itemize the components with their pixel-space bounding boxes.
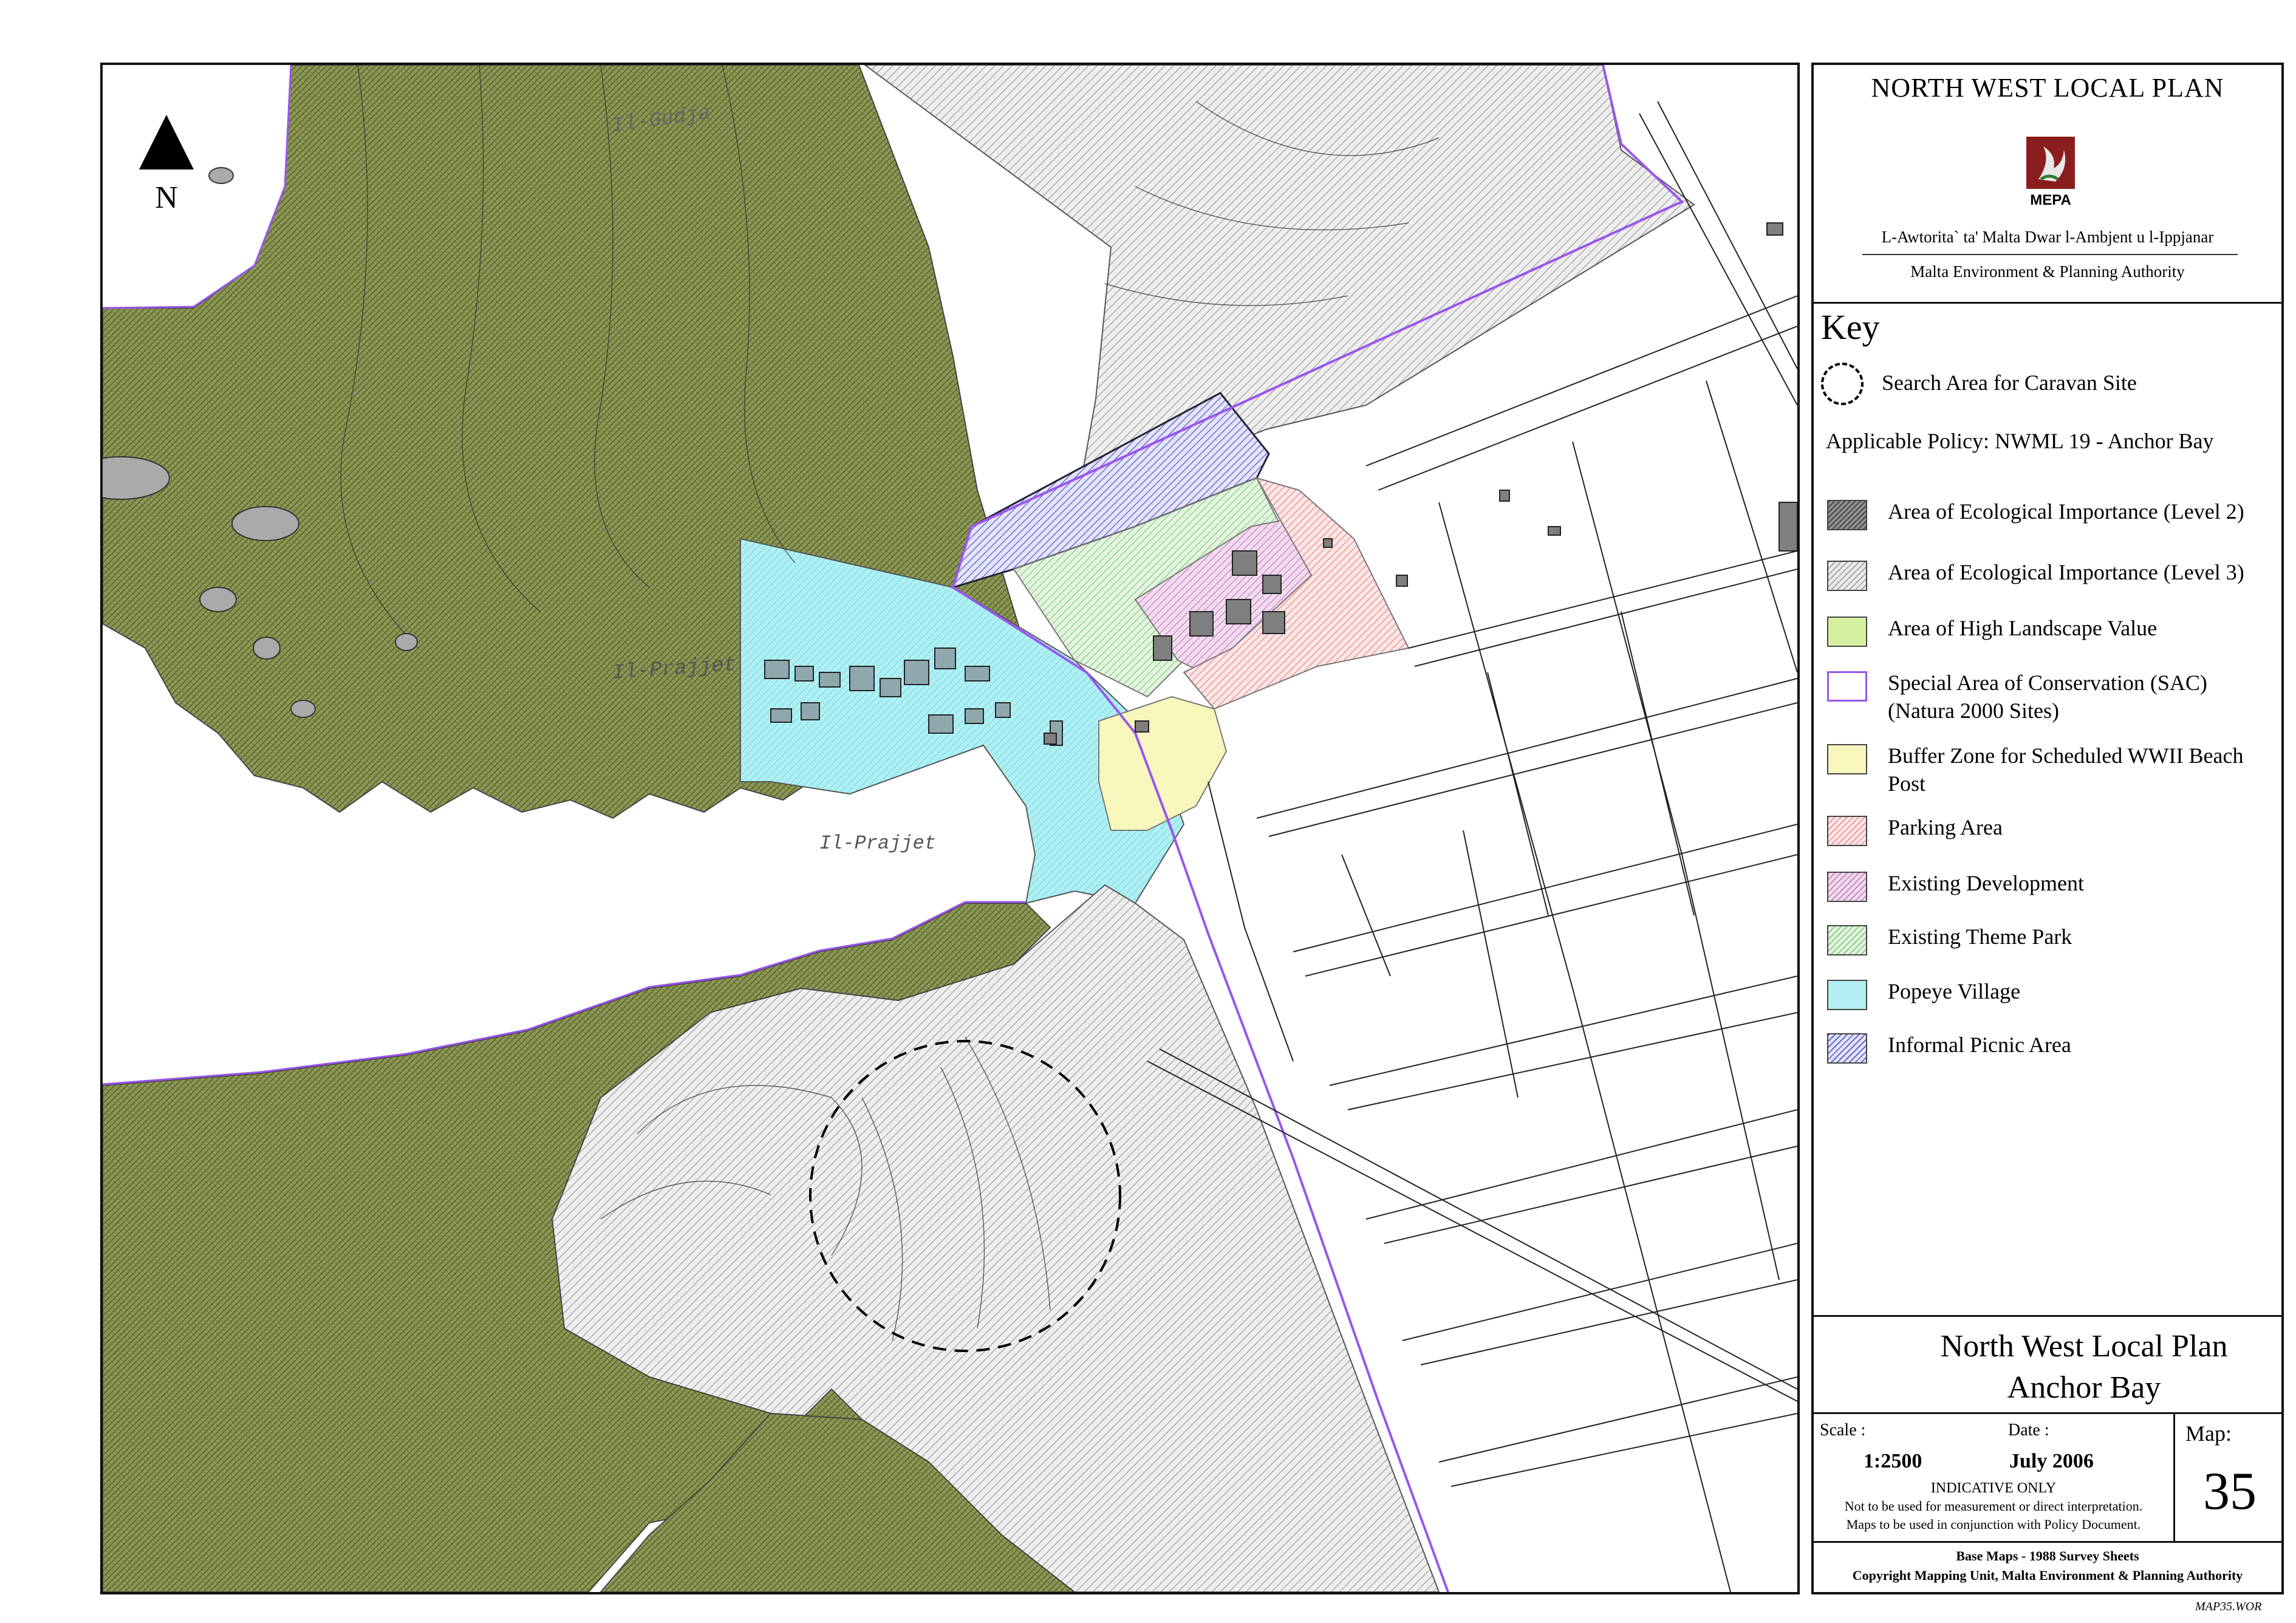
legend-swatch	[1827, 925, 1867, 955]
title-divider	[1814, 1315, 2281, 1317]
legend-label: Area of Ecological Importance (Level 3)	[1888, 560, 2244, 584]
policy-note: Maps to be used in conjunction with Poli…	[1846, 1517, 2141, 1532]
map-number-label: Map:	[2185, 1421, 2232, 1446]
key-heading: Key	[1821, 307, 1880, 347]
indicative-note: INDICATIVE ONLY	[1930, 1480, 2057, 1496]
legend-label: Parking Area	[1888, 815, 2003, 839]
legend-label: Popeye Village	[1888, 979, 2021, 1003]
legend-swatch	[1827, 872, 1867, 902]
header-divider	[1814, 302, 2281, 304]
logo-text: MEPA	[2030, 192, 2071, 208]
search-area-label: Search Area for Caravan Site	[1882, 371, 2137, 395]
legend-swatch	[1827, 744, 1867, 774]
legend-label: Informal Picnic Area	[1888, 1033, 2071, 1057]
plan-subtitle: Anchor Bay	[2007, 1370, 2161, 1405]
file-code: MAP35.WOR	[2195, 1600, 2262, 1613]
authority-name-maltese: L-Awtorita` ta' Malta Dwar l-Ambjent u l…	[1881, 228, 2214, 246]
scale-value: 1:2500	[1864, 1450, 1922, 1472]
panel-title: NORTH WEST LOCAL PLAN	[1871, 73, 2224, 103]
legend-label: Existing Development	[1888, 871, 2084, 895]
north-label: N	[155, 180, 178, 215]
authority-name-english: Malta Environment & Planning Authority	[1910, 262, 2185, 281]
date-label: Date :	[2008, 1421, 2049, 1440]
legend-swatch	[1827, 561, 1867, 591]
footer-divider	[1814, 1541, 2281, 1543]
legend-swatch	[1827, 671, 1867, 702]
legend-label: Area of Ecological Importance (Level 2)	[1888, 499, 2244, 524]
copyright-credit: Copyright Mapping Unit, Malta Environmen…	[1852, 1568, 2243, 1583]
legend-swatch	[1827, 617, 1867, 647]
legend-label: Special Area of Conservation (SAC) (Natu…	[1888, 671, 2207, 723]
dashed-circle-icon	[1821, 363, 1864, 405]
authority-divider	[1862, 254, 2238, 255]
map-metadata: Scale : 1:2500 Date : July 2006 INDICATI…	[1814, 1412, 2281, 1541]
scale-label: Scale :	[1820, 1421, 1866, 1440]
plan-title: North West Local Plan	[1940, 1329, 2228, 1364]
legend-swatch	[1827, 1033, 1867, 1064]
legend-swatch	[1827, 500, 1867, 530]
legend-panel: NORTH WEST LOCAL PLAN MEPA L-Awtorita` t…	[1811, 63, 2284, 1594]
place-label-prajjet-bay: Il-Prajjet	[819, 832, 936, 855]
date-value: July 2006	[2009, 1450, 2094, 1472]
map-number: 35	[2203, 1462, 2257, 1521]
legend-swatch	[1827, 816, 1867, 846]
legend-swatch	[1827, 980, 1867, 1010]
legend-label: Area of High Landscape Value	[1888, 616, 2158, 640]
base-maps-credit: Base Maps - 1988 Survey Sheets	[1956, 1548, 2139, 1563]
legend-label: Buffer Zone for Scheduled WWII Beach Pos…	[1888, 743, 2244, 796]
map-view[interactable]: Il-Gudja Il-Prajjet Il-Prajjet N	[100, 63, 1800, 1594]
map-canvas: Il-Gudja Il-Prajjet Il-Prajjet N	[103, 65, 1797, 1592]
mepa-logo-icon: MEPA	[2026, 137, 2075, 208]
legend-label: Existing Theme Park	[1888, 924, 2072, 949]
applicable-policy: Applicable Policy: NWML 19 - Anchor Bay	[1826, 429, 2214, 453]
usage-note: Not to be used for measurement or direct…	[1844, 1498, 2143, 1514]
